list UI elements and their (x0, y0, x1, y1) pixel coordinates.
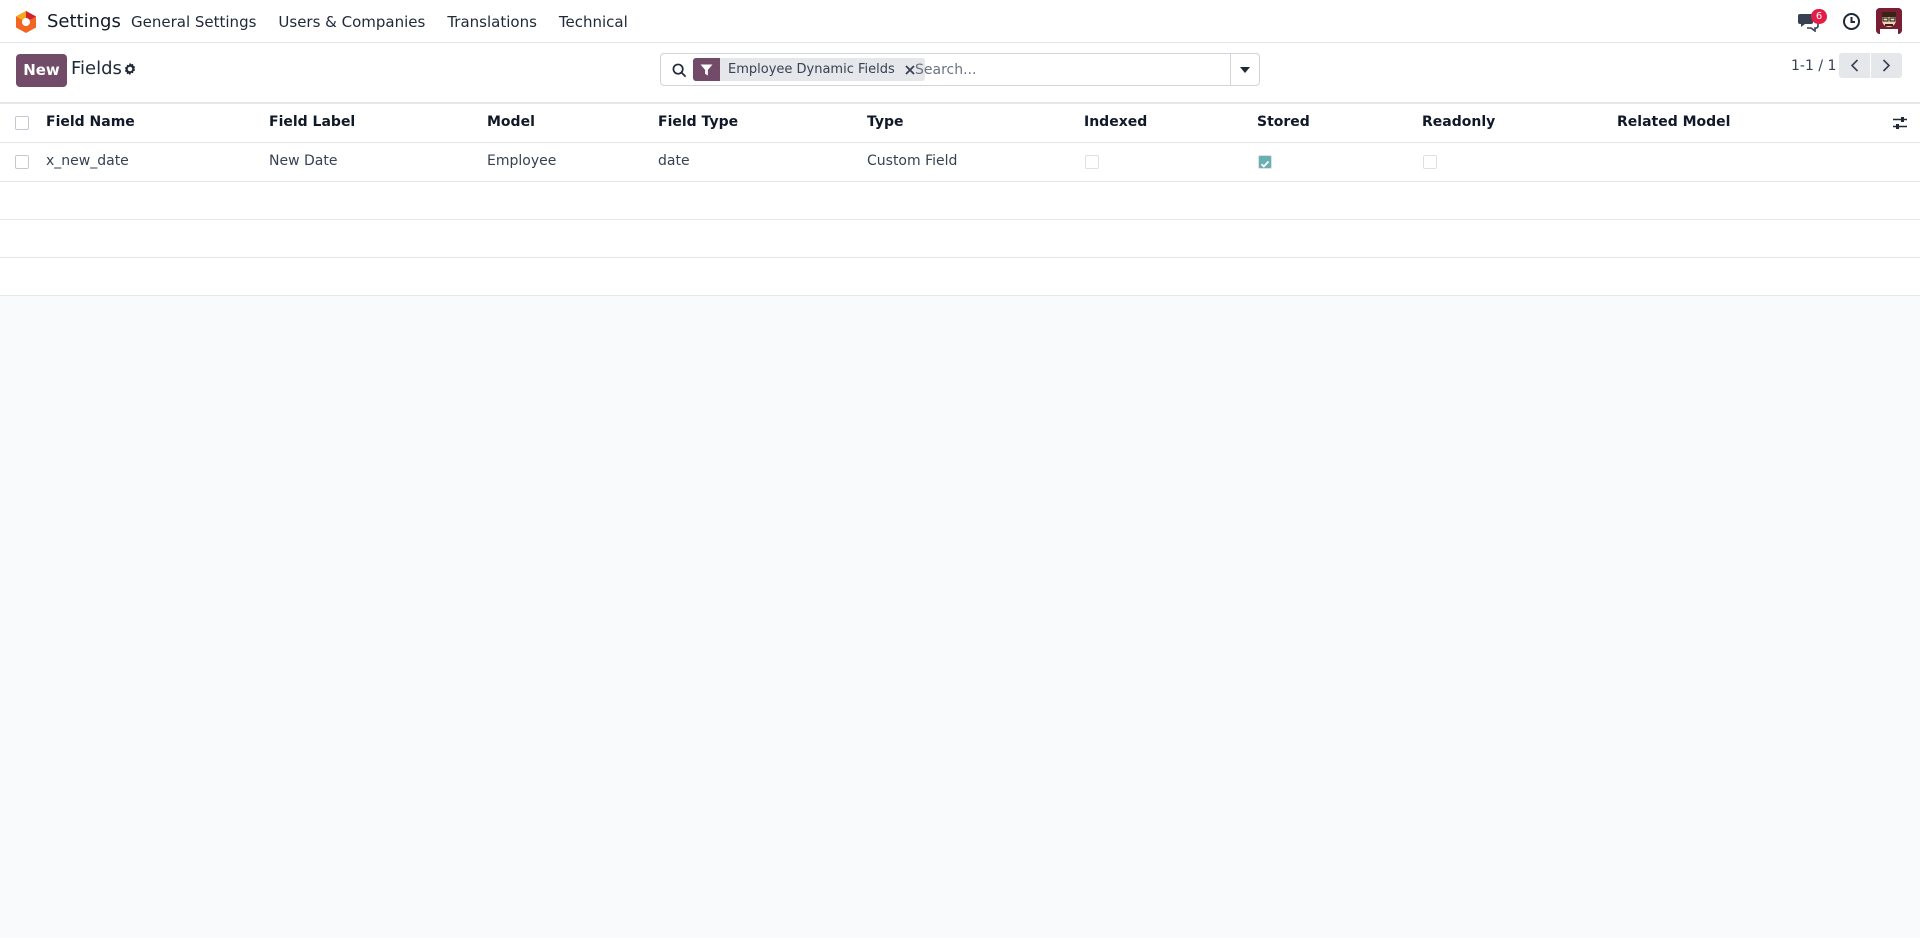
column-field-name[interactable]: Field Name (46, 114, 135, 130)
pager-next-button[interactable] (1871, 53, 1902, 78)
search-bar: Employee Dynamic Fields (660, 53, 1260, 86)
column-type[interactable]: Type (867, 114, 904, 130)
control-panel: New Fields Employee Dynamic Fields 1-1 /… (0, 43, 1920, 103)
cell-model[interactable]: Employee (487, 153, 556, 169)
column-related-model[interactable]: Related Model (1617, 114, 1730, 130)
search-input[interactable] (915, 59, 1215, 81)
top-navbar: Settings General Settings Users & Compan… (0, 0, 1920, 43)
menu-general-settings[interactable]: General Settings (131, 13, 256, 31)
optional-columns-icon[interactable] (1892, 116, 1908, 130)
filter-icon (693, 58, 720, 81)
chat-badge: 6 (1811, 9, 1827, 24)
column-stored[interactable]: Stored (1257, 114, 1310, 130)
search-facet: Employee Dynamic Fields (693, 58, 925, 81)
column-field-label[interactable]: Field Label (269, 114, 355, 130)
table-header: Field Name Field Label Model Field Type … (0, 103, 1920, 143)
gear-icon[interactable] (123, 62, 137, 76)
column-readonly[interactable]: Readonly (1422, 114, 1495, 130)
clock-icon[interactable] (1842, 12, 1861, 31)
empty-row (0, 182, 1920, 220)
empty-row (0, 220, 1920, 258)
cell-field-label[interactable]: New Date (269, 153, 337, 169)
chevron-right-icon (1882, 59, 1891, 72)
cell-field-name[interactable]: x_new_date (46, 153, 129, 169)
odoo-logo-icon[interactable] (15, 10, 37, 34)
column-indexed[interactable]: Indexed (1084, 114, 1147, 130)
column-model[interactable]: Model (487, 114, 535, 130)
fields-list: Field Name Field Label Model Field Type … (0, 103, 1920, 296)
menu-technical[interactable]: Technical (559, 13, 628, 31)
empty-row (0, 258, 1920, 296)
column-field-type[interactable]: Field Type (658, 114, 738, 130)
cell-field-type[interactable]: date (658, 153, 690, 169)
cell-type[interactable]: Custom Field (867, 153, 957, 169)
caret-down-icon (1240, 66, 1250, 73)
indexed-checkbox (1085, 155, 1099, 169)
page-title: Fields (71, 58, 122, 79)
menu-users-companies[interactable]: Users & Companies (278, 13, 425, 31)
menu-translations[interactable]: Translations (447, 13, 537, 31)
app-name[interactable]: Settings (47, 11, 121, 32)
search-options-toggle[interactable] (1230, 54, 1259, 85)
avatar[interactable] (1876, 8, 1902, 34)
table-row[interactable]: x_new_date New Date Employee date Custom… (0, 143, 1920, 182)
select-all-checkbox[interactable] (15, 116, 29, 130)
readonly-checkbox (1423, 155, 1437, 169)
pager-value[interactable]: 1-1 / 1 (1791, 58, 1836, 74)
row-select-checkbox[interactable] (15, 155, 29, 169)
chevron-left-icon (1850, 59, 1859, 72)
new-button[interactable]: New (16, 54, 67, 87)
pager-previous-button[interactable] (1839, 53, 1870, 78)
facet-label: Employee Dynamic Fields (728, 62, 895, 77)
search-icon[interactable] (672, 63, 687, 78)
stored-checkbox (1258, 155, 1272, 169)
main-menu: General Settings Users & Companies Trans… (131, 13, 650, 31)
